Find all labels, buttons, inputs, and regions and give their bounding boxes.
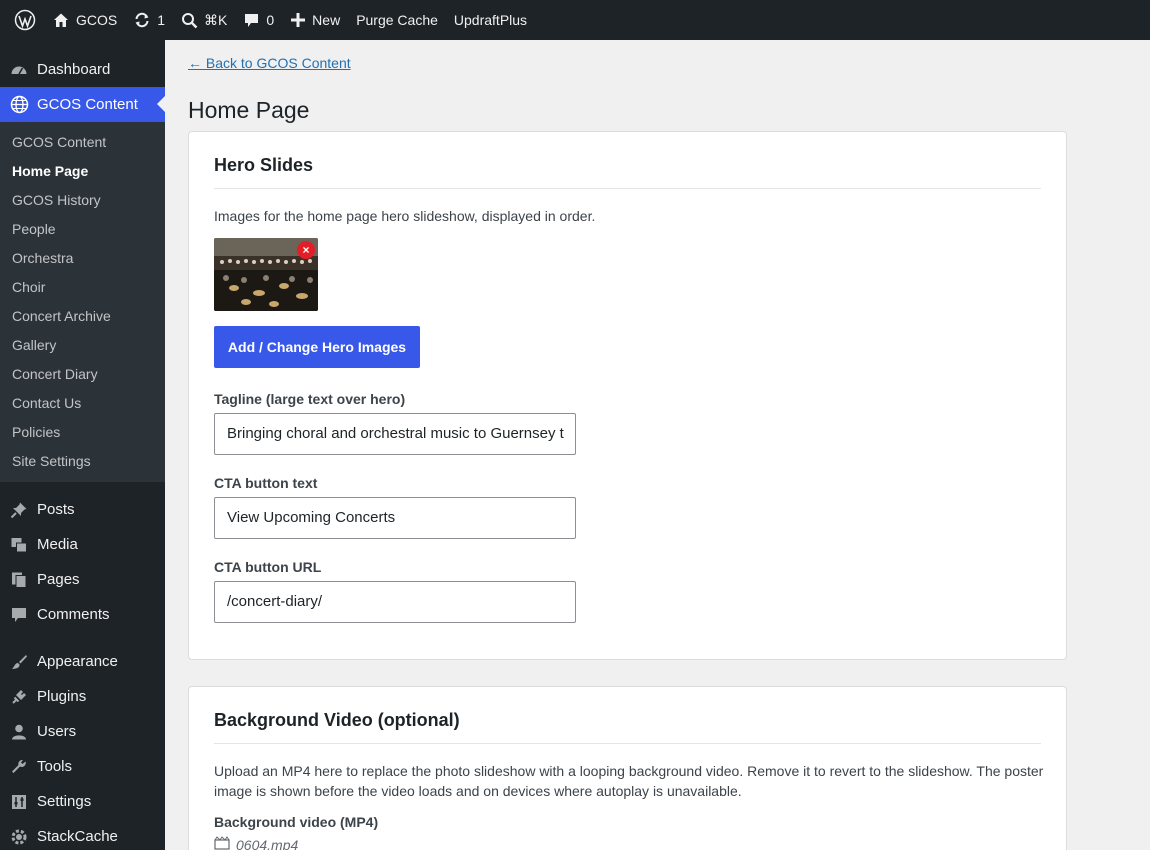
submenu-home-page[interactable]: Home Page bbox=[0, 157, 165, 186]
wrench-icon bbox=[9, 757, 29, 777]
site-name-label: GCOS bbox=[76, 12, 118, 28]
submenu-choir[interactable]: Choir bbox=[0, 273, 165, 302]
updraftplus-menu[interactable]: UpdraftPlus bbox=[446, 0, 535, 40]
pages-icon bbox=[9, 570, 29, 590]
menu-tools[interactable]: Tools bbox=[0, 749, 165, 784]
submenu-concert-diary[interactable]: Concert Diary bbox=[0, 360, 165, 389]
main-content: ← Back to GCOS Content Home Page Hero Sl… bbox=[165, 40, 1150, 850]
menu-media-label: Media bbox=[37, 536, 78, 553]
hero-slides-description: Images for the home page hero slideshow,… bbox=[214, 208, 596, 224]
menu-posts-label: Posts bbox=[37, 501, 75, 518]
menu-comments[interactable]: Comments bbox=[0, 597, 165, 632]
gcos-submenu: GCOS Content Home Page GCOS History Peop… bbox=[0, 122, 165, 482]
menu-users-label: Users bbox=[37, 723, 77, 740]
menu-comments-label: Comments bbox=[37, 606, 110, 623]
menu-dashboard[interactable]: Dashboard bbox=[0, 52, 165, 87]
updates-count: 1 bbox=[157, 12, 166, 28]
add-change-hero-images-button[interactable]: Add / Change Hero Images bbox=[214, 326, 420, 368]
pin-icon bbox=[9, 500, 29, 520]
comments-icon bbox=[9, 605, 29, 625]
admin-sidebar: Dashboard GCOS Content GCOS Content Home… bbox=[0, 40, 165, 850]
menu-pages[interactable]: Pages bbox=[0, 562, 165, 597]
plug-icon bbox=[9, 687, 29, 707]
plus-icon bbox=[290, 12, 306, 28]
tagline-input[interactable]: Bringing choral and orchestral music to … bbox=[214, 413, 576, 455]
cta-text-label: CTA button text bbox=[214, 475, 318, 491]
submenu-policies[interactable]: Policies bbox=[0, 418, 165, 447]
cta-url-input[interactable]: /concert-diary/ bbox=[214, 581, 576, 623]
new-label: New bbox=[312, 12, 341, 28]
video-file-icon bbox=[214, 836, 230, 850]
menu-gcos-content-label: GCOS Content bbox=[37, 96, 138, 113]
globe-icon bbox=[9, 95, 29, 115]
submenu-gcos-content[interactable]: GCOS Content bbox=[0, 128, 165, 157]
menu-dashboard-label: Dashboard bbox=[37, 61, 111, 78]
comments-menu[interactable]: 0 bbox=[235, 0, 282, 40]
hero-slides-heading: Hero Slides bbox=[214, 155, 1041, 189]
paintbrush-icon bbox=[9, 652, 29, 672]
background-video-heading: Background Video (optional) bbox=[214, 710, 1041, 744]
menu-stackcache-label: StackCache bbox=[37, 828, 118, 845]
video-file-row: 0604.mp4 bbox=[214, 836, 1041, 850]
search-shortcut: ⌘K bbox=[204, 11, 228, 28]
menu-posts[interactable]: Posts bbox=[0, 492, 165, 527]
new-content-menu[interactable]: New bbox=[282, 0, 348, 40]
submenu-site-settings[interactable]: Site Settings bbox=[0, 447, 165, 476]
menu-tools-label: Tools bbox=[37, 758, 73, 775]
home-icon bbox=[52, 11, 70, 29]
page-title: Home Page bbox=[188, 97, 310, 123]
submenu-gallery[interactable]: Gallery bbox=[0, 331, 165, 360]
menu-gcos-content[interactable]: GCOS Content bbox=[0, 87, 165, 122]
wordpress-logo-icon[interactable] bbox=[6, 0, 44, 40]
comment-icon bbox=[243, 12, 260, 29]
hero-image-thumbnail[interactable]: × bbox=[214, 238, 318, 311]
submenu-concert-archive[interactable]: Concert Archive bbox=[0, 302, 165, 331]
menu-settings[interactable]: Settings bbox=[0, 784, 165, 819]
menu-plugins[interactable]: Plugins bbox=[0, 679, 165, 714]
background-video-description: Upload an MP4 here to replace the photo … bbox=[214, 763, 1044, 799]
settings-sliders-icon bbox=[9, 792, 29, 812]
purge-cache-link[interactable]: Purge Cache bbox=[348, 0, 446, 40]
video-file-name[interactable]: 0604.mp4 bbox=[236, 837, 298, 850]
hero-slides-card: Hero Slides Images for the home page her… bbox=[188, 131, 1067, 660]
back-to-gcos-content-link[interactable]: ← Back to GCOS Content bbox=[188, 55, 351, 71]
admin-bar: GCOS 1 ⌘K 0 New Purge Cache UpdraftPlus bbox=[0, 0, 1150, 40]
comments-count: 0 bbox=[266, 12, 275, 28]
menu-appearance-label: Appearance bbox=[37, 653, 118, 670]
menu-plugins-label: Plugins bbox=[37, 688, 87, 705]
updates-icon bbox=[133, 11, 151, 29]
submenu-people[interactable]: People bbox=[0, 215, 165, 244]
gear-icon bbox=[9, 827, 29, 847]
submenu-gcos-history[interactable]: GCOS History bbox=[0, 186, 165, 215]
menu-appearance[interactable]: Appearance bbox=[0, 644, 165, 679]
tagline-label: Tagline (large text over hero) bbox=[214, 391, 406, 407]
cta-url-label: CTA button URL bbox=[214, 559, 322, 575]
menu-stackcache[interactable]: StackCache bbox=[0, 819, 165, 850]
user-icon bbox=[9, 722, 29, 742]
cta-text-input[interactable]: View Upcoming Concerts bbox=[214, 497, 576, 539]
search-icon bbox=[181, 12, 198, 29]
search-menu[interactable]: ⌘K bbox=[173, 0, 235, 40]
menu-pages-label: Pages bbox=[37, 571, 80, 588]
menu-settings-label: Settings bbox=[37, 793, 92, 810]
submenu-contact-us[interactable]: Contact Us bbox=[0, 389, 165, 418]
menu-users[interactable]: Users bbox=[0, 714, 165, 749]
background-video-label: Background video (MP4) bbox=[214, 814, 379, 830]
site-name-menu[interactable]: GCOS bbox=[44, 0, 125, 40]
submenu-orchestra[interactable]: Orchestra bbox=[0, 244, 165, 273]
media-icon bbox=[9, 535, 29, 555]
background-video-card: Background Video (optional) Upload an MP… bbox=[188, 686, 1067, 850]
dashboard-icon bbox=[9, 60, 29, 80]
updates-menu[interactable]: 1 bbox=[125, 0, 173, 40]
remove-image-button[interactable]: × bbox=[297, 241, 315, 259]
menu-media[interactable]: Media bbox=[0, 527, 165, 562]
